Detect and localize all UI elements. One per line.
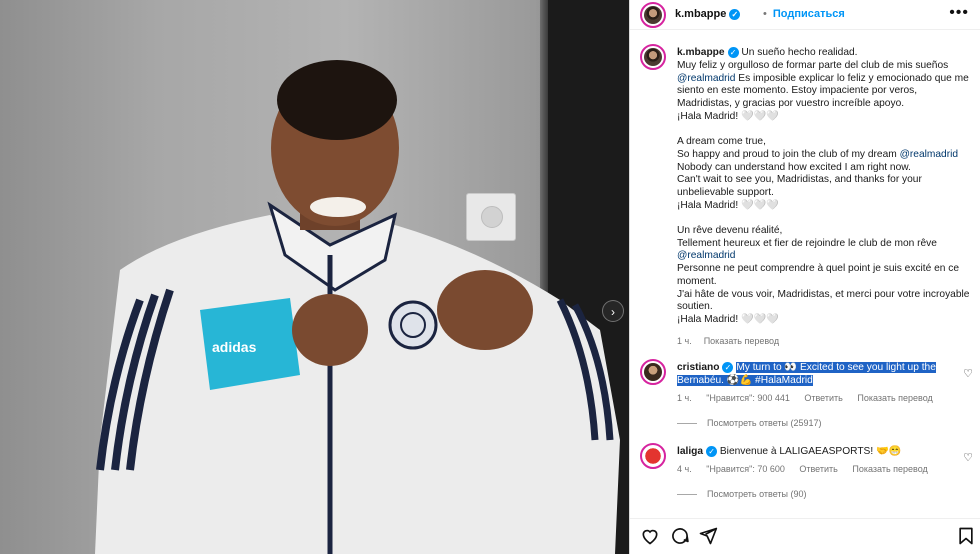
reply-button[interactable]: Ответить [804,393,842,403]
mention-link[interactable]: @realmadrid [677,250,971,263]
author-username[interactable]: k.mbappe ✓ [675,8,741,20]
caption-line: ¡Hala Madrid! 🤍🤍🤍 [677,199,780,211]
comment-meta: 4 ч. "Нравится": 70 600 Ответить Показат… [677,464,940,474]
comment-text: laliga ✓ Bienvenue à LALIGAEASPORTS! 🤝😁 [677,445,947,458]
comment-meta: 1 ч. "Нравится": 900 441 Ответить Показа… [677,393,945,403]
post-action-bar [630,518,980,554]
heart-icon[interactable] [640,526,660,546]
translate-link[interactable]: Показать перевод [852,464,927,474]
comment-likes[interactable]: "Нравится": 900 441 [706,393,790,403]
caption-line: Un sueño hecho realidad. [741,47,858,59]
verified-badge-icon: ✓ [706,445,718,457]
post-photo: adidas › [0,0,629,554]
share-icon[interactable] [698,526,718,546]
follow-button[interactable]: Подписаться [763,8,845,20]
mention-link[interactable]: @realmadrid [677,73,735,84]
caption-line: A dream come true, [677,136,766,148]
comment-text: cristiano ✓ My turn to 👀 Excited to see y… [677,361,947,387]
more-options-icon[interactable]: ••• [949,4,969,22]
chevron-right-icon: › [611,305,615,319]
comment-icon[interactable] [670,526,690,546]
comment-username[interactable]: cristiano [677,362,719,373]
person-in-jacket: adidas [95,60,620,554]
verified-badge-icon: ✓ [722,361,734,373]
post-header: k.mbappe✓ Подписаться ••• [630,0,980,30]
caption-line: Personne ne peut comprendre à quel point… [677,263,960,287]
caption-line: ¡Hala Madrid! 🤍🤍🤍 [677,110,780,122]
caption-line: Muy feliz y orgulloso de formar parte de… [677,59,949,71]
verified-badge-icon: ✓ [727,47,739,58]
mention-link[interactable]: @realmadrid [900,149,958,160]
avatar[interactable] [640,443,666,469]
caption-meta: 1 ч. Показать перевод [677,335,971,348]
view-replies-button[interactable]: Посмотреть ответы (25917) [677,418,822,428]
caption-line: Nobody can understand how excited I am r… [677,161,911,173]
caption-time[interactable]: 1 ч. [677,336,692,346]
verified-badge-icon: ✓ [729,8,741,20]
reply-button[interactable]: Ответить [799,464,837,474]
caption-line: J'ai hâte de vous voir, Madridistas, et … [677,288,970,313]
caption-username[interactable]: k.mbappe [677,47,725,58]
comment-body: Bienvenue à LALIGAEASPORTS! 🤝😁 [719,446,902,457]
heart-icon[interactable]: ♡ [963,451,973,464]
caption-line: Un rêve devenu réalité, [677,225,783,236]
svg-text:adidas: adidas [212,339,257,355]
bookmark-icon[interactable] [956,526,976,546]
avatar[interactable] [640,44,666,70]
comment-username[interactable]: laliga [677,446,703,457]
caption-line: Can't wait to see you, Madridistas, and … [677,174,922,198]
comment-likes[interactable]: "Нравится": 70 600 [706,464,785,474]
translate-link[interactable]: Показать перевод [857,393,932,403]
comment-time[interactable]: 4 ч. [677,464,692,474]
avatar[interactable] [640,2,666,28]
translate-link[interactable]: Показать перевод [704,336,779,346]
heart-icon[interactable]: ♡ [963,367,973,380]
view-replies-button[interactable]: Посмотреть ответы (90) [677,489,807,499]
caption-line: So happy and proud to join the club of m… [677,148,900,160]
comment-time[interactable]: 1 ч. [677,393,692,403]
avatar[interactable] [640,359,666,385]
author-username-text[interactable]: k.mbappe [675,8,726,20]
caption-text: k.mbappe ✓ Un sueño hecho realidad. Muy f… [677,47,971,347]
post-side-panel: k.mbappe✓ Подписаться ••• k.mbappe✓ Un s… [629,0,980,554]
caption-line: ¡Hala Madrid! 🤍🤍🤍 [677,313,780,325]
caption-line: Tellement heureux et fier de rejoindre l… [677,237,937,249]
next-photo-button[interactable]: › [602,300,624,322]
